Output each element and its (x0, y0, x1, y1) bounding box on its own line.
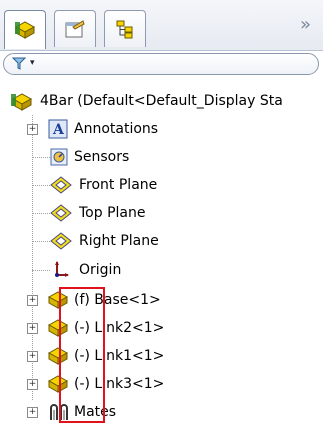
tree-item-link2[interactable]: + (-) Link2<1> (0, 314, 320, 342)
property-manager-icon (65, 20, 85, 38)
sensors-icon (50, 148, 68, 166)
tree-item-base[interactable]: + (f) Base<1> (0, 286, 320, 314)
expand-icon[interactable]: + (27, 351, 38, 362)
expand-icon[interactable]: + (27, 379, 38, 390)
highlight-box (59, 287, 105, 423)
tree-item-label: Annotations (74, 121, 159, 137)
tree-item-label: Top Plane (79, 205, 146, 221)
tree-item-annotations[interactable]: + A Annotations (0, 115, 320, 143)
feature-manager-icon (14, 21, 36, 39)
expand-icon[interactable]: + (27, 407, 38, 418)
tree-item-right-plane[interactable]: Right Plane (0, 227, 320, 255)
origin-icon (55, 261, 69, 277)
configurationmanager-tab[interactable] (104, 10, 146, 47)
tree-item-label: Front Plane (79, 177, 158, 193)
tree-item-label: Right Plane (79, 233, 159, 249)
expand-icon[interactable]: + (27, 124, 38, 135)
configuration-manager-icon (116, 20, 133, 39)
plane-icon (50, 176, 72, 194)
tree-item-mates[interactable]: + Mates (0, 398, 320, 426)
annotations-icon: A (48, 119, 68, 139)
filter-button[interactable]: ▾ (3, 53, 319, 75)
featuremanager-tab[interactable] (4, 10, 46, 49)
expand-icon[interactable]: + (27, 323, 38, 334)
tree-item-origin[interactable]: Origin (0, 256, 320, 284)
assembly-icon (11, 93, 33, 111)
filter-icon (12, 57, 26, 70)
tree-item-sensors[interactable]: Sensors (0, 143, 320, 171)
tree-item-top-plane[interactable]: Top Plane (0, 199, 320, 227)
tree-item-front-plane[interactable]: Front Plane (0, 171, 320, 199)
propertymanager-tab[interactable] (54, 10, 96, 47)
tree-item-link1[interactable]: + (-) Link1<1> (0, 342, 320, 370)
tree-item-link3[interactable]: + (-) Link3<1> (0, 370, 320, 398)
overflow-chevron-icon[interactable]: » (300, 14, 311, 35)
svg-text:A: A (52, 122, 65, 138)
tree-item-label: Sensors (74, 149, 130, 165)
tree-item-label: Origin (79, 262, 122, 278)
expand-icon[interactable]: + (27, 295, 38, 306)
plane-icon (50, 232, 72, 250)
tab-bar: » (0, 0, 323, 51)
feature-manager-panel: » ▾ 4Bar (Default<Default_Display Sta + … (0, 0, 323, 426)
assembly-root-node[interactable]: 4Bar (Default<Default_Display Sta (10, 87, 283, 115)
chevron-down-icon: ▾ (30, 58, 35, 68)
assembly-root-label: 4Bar (Default<Default_Display Sta (40, 93, 283, 109)
plane-icon (50, 204, 72, 222)
